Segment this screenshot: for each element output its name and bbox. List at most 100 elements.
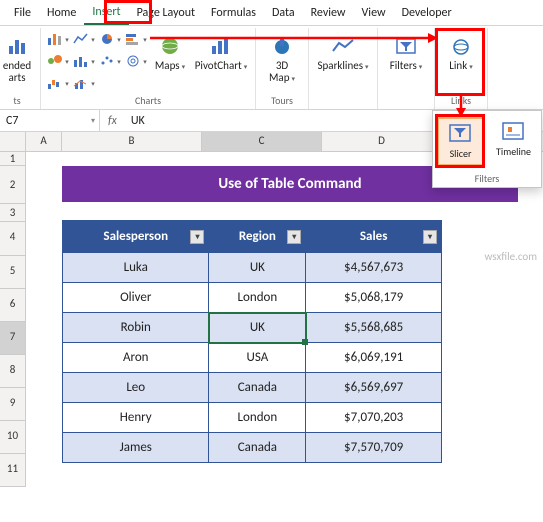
tab-insert[interactable]: Insert: [84, 1, 128, 25]
table-row[interactable]: JamesCanada$7,570,709: [63, 433, 442, 463]
tab-formulas[interactable]: Formulas: [203, 2, 264, 24]
fill-handle[interactable]: [302, 339, 308, 345]
pivotchart-button[interactable]: PivotChart: [193, 30, 249, 94]
chart-waterfall-button[interactable]: [47, 74, 69, 92]
tab-file[interactable]: File: [6, 2, 39, 24]
cell-region: Canada: [209, 373, 306, 403]
filter-dropdown-icon[interactable]: [287, 230, 301, 244]
cell-region: USA: [209, 343, 306, 373]
name-box-value: C7: [6, 114, 18, 128]
cell-sales: $7,570,709: [306, 433, 442, 463]
cell-person: Leo: [63, 373, 209, 403]
table-row[interactable]: HenryLondon$7,070,203: [63, 403, 442, 433]
table-row[interactable]: LukaUK$4,567,673: [63, 253, 442, 283]
chart-scatter-button[interactable]: [99, 52, 121, 70]
tab-review[interactable]: Review: [303, 2, 354, 24]
3d-map-button[interactable]: 3D Map: [262, 30, 302, 94]
tab-page-layout[interactable]: Page Layout: [129, 2, 203, 24]
row-header-5[interactable]: 5: [0, 256, 26, 289]
chart-column-button[interactable]: [47, 30, 69, 48]
formula-value[interactable]: UK: [125, 114, 145, 128]
cell-region: UK: [250, 320, 265, 335]
selected-cell[interactable]: UK: [209, 313, 306, 343]
chart-pie-button[interactable]: [99, 30, 121, 48]
fx-icon[interactable]: fx: [100, 114, 125, 128]
tab-developer[interactable]: Developer: [394, 2, 460, 24]
recommended-group-label: ts: [13, 94, 20, 109]
timeline-button[interactable]: Timeline: [490, 117, 537, 166]
pivotchart-icon: [207, 34, 235, 58]
links-group-label: Links: [451, 94, 471, 109]
table-row[interactable]: RobinUK$5,568,685: [63, 313, 442, 343]
filters-dropdown-panel: Slicer Timeline Filters: [432, 110, 542, 188]
row-header-11[interactable]: 11: [0, 454, 26, 487]
filters-label: Filters: [390, 60, 423, 73]
filters-button[interactable]: Filters: [384, 30, 428, 94]
row-header-2[interactable]: 2: [0, 166, 26, 204]
table-row[interactable]: OliverLondon$5,068,179: [63, 283, 442, 313]
maps-button[interactable]: Maps: [151, 30, 189, 94]
tab-home[interactable]: Home: [39, 2, 84, 24]
cell-sales: $6,069,191: [306, 343, 442, 373]
slicer-label: Slicer: [450, 147, 472, 160]
tab-data[interactable]: Data: [264, 2, 303, 24]
row-header-6[interactable]: 6: [0, 289, 26, 322]
row-header-7[interactable]: 7: [0, 322, 26, 355]
chart-bar-button[interactable]: [125, 30, 147, 48]
filters-icon: [392, 34, 420, 58]
filter-dropdown-icon[interactable]: [190, 230, 204, 244]
chart-hierarchy-button[interactable]: [47, 52, 69, 70]
dropdown-group-label: Filters: [437, 172, 537, 185]
charts-group-label: Charts: [135, 94, 161, 109]
timeline-label: Timeline: [496, 145, 531, 158]
slicer-button[interactable]: Slicer: [437, 117, 484, 166]
chart-combo-button[interactable]: [73, 74, 95, 92]
link-icon: [447, 34, 475, 58]
cell-person: Luka: [63, 253, 209, 283]
sparklines-icon: [329, 34, 357, 58]
tab-view[interactable]: View: [354, 2, 394, 24]
name-box[interactable]: C7 ▾: [0, 110, 100, 131]
table-header-row: Salesperson Region Sales: [63, 221, 442, 253]
worksheet: A B C D E 1 2 3 4 5 6 7 8 9 10 11 Use of…: [0, 132, 543, 522]
cell-sales: $6,569,697: [306, 373, 442, 403]
chart-statistic-button[interactable]: [73, 52, 95, 70]
cell-sales: $5,068,179: [306, 283, 442, 313]
maps-label: Maps: [155, 60, 185, 73]
row-header-10[interactable]: 10: [0, 421, 26, 454]
cell-person: Oliver: [63, 283, 209, 313]
row-header-1[interactable]: 1: [0, 152, 26, 166]
row-header-9[interactable]: 9: [0, 388, 26, 421]
cell-region: Canada: [209, 433, 306, 463]
ribbon-tabs: File Home Insert Page Layout Formulas Da…: [0, 0, 543, 26]
tours-group-label: Tours: [271, 94, 293, 109]
chart-line-button[interactable]: [73, 30, 95, 48]
table-row[interactable]: AronUSA$6,069,191: [63, 343, 442, 373]
th-salesperson[interactable]: Salesperson: [63, 221, 209, 253]
row-header-3[interactable]: 3: [0, 204, 26, 222]
row-header-8[interactable]: 8: [0, 355, 26, 388]
th-region-label: Region: [239, 229, 276, 244]
cell-person: Robin: [63, 313, 209, 343]
filter-dropdown-icon[interactable]: [423, 230, 437, 244]
recommended-charts-label-2: arts: [8, 71, 25, 84]
cell-sales: $7,070,203: [306, 403, 442, 433]
row-header-4[interactable]: 4: [0, 222, 26, 256]
th-region[interactable]: Region: [209, 221, 306, 253]
link-button[interactable]: Link: [441, 30, 481, 94]
3d-map-label: 3D Map: [269, 60, 295, 85]
table-row[interactable]: LeoCanada$6,569,697: [63, 373, 442, 403]
chart-surface-button[interactable]: [125, 52, 147, 70]
cell-region: UK: [209, 253, 306, 283]
th-sales[interactable]: Sales: [306, 221, 442, 253]
cell-person: James: [63, 433, 209, 463]
data-table: Salesperson Region Sales LukaUK$4,567,67…: [62, 220, 442, 463]
recommended-charts-button[interactable]: endedarts: [0, 30, 34, 94]
sparklines-button[interactable]: Sparklines: [315, 30, 371, 94]
ribbon: endedarts ts: [0, 26, 543, 110]
watermark: wsxfile.com: [485, 250, 537, 263]
cell-person: Henry: [63, 403, 209, 433]
name-box-dropdown-icon[interactable]: ▾: [91, 116, 95, 126]
cell-region: London: [209, 403, 306, 433]
select-all-corner[interactable]: [0, 132, 26, 151]
